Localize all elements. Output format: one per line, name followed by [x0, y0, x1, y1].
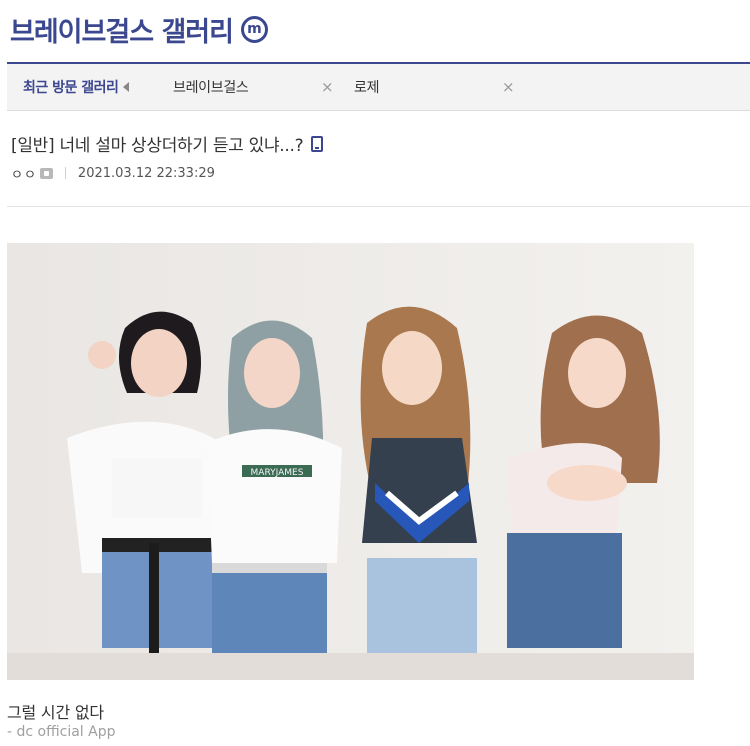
post-date: 2021.03.12 22:33:29 [77, 165, 215, 181]
gallery-header: 브레이브걸스 갤러리 m [10, 8, 268, 50]
content-divider [7, 206, 750, 207]
user-icon [39, 167, 53, 179]
writer-name[interactable]: ㅇㅇ [11, 164, 37, 183]
recent-gallery-bar: 최근 방문 갤러리 브레이브걸스 × 로제 × [7, 64, 750, 111]
close-icon[interactable]: × [321, 78, 334, 96]
app-signature: - dc official App [7, 724, 116, 740]
post-image[interactable]: MARYJAMES [7, 243, 694, 680]
post-body-text: 그럴 시간 없다 [7, 703, 104, 722]
person-3 [360, 306, 477, 680]
close-icon[interactable]: × [502, 78, 515, 96]
recent-item-label[interactable]: 브레이브걸스 [173, 77, 249, 97]
recent-item-rose[interactable]: 로제 × [354, 64, 516, 110]
shirt-print: MARYJAMES [251, 468, 304, 478]
gallery-title[interactable]: 브레이브걸스 갤러리 [10, 10, 234, 49]
group-photo-illustration: MARYJAMES [7, 243, 694, 680]
recent-item-bravegirls[interactable]: 브레이브걸스 × [173, 64, 335, 110]
writer-nickname[interactable]: ㅇㅇ [11, 164, 53, 183]
recent-item-label[interactable]: 로제 [354, 77, 379, 97]
post-title: [일반] 너네 설마 상상더하기 듣고 있냐...? [11, 131, 324, 156]
recent-gallery-label: 최근 방문 갤러리 [23, 80, 119, 96]
post-title-text: [일반] 너네 설마 상상더하기 듣고 있냐...? [11, 136, 304, 156]
meta-divider [64, 167, 66, 179]
prev-arrow-icon[interactable] [123, 82, 130, 92]
minor-gallery-icon: m [240, 15, 268, 43]
mobile-icon [311, 135, 324, 152]
post-meta: ㅇㅇ 2021.03.12 22:33:29 [11, 163, 215, 183]
